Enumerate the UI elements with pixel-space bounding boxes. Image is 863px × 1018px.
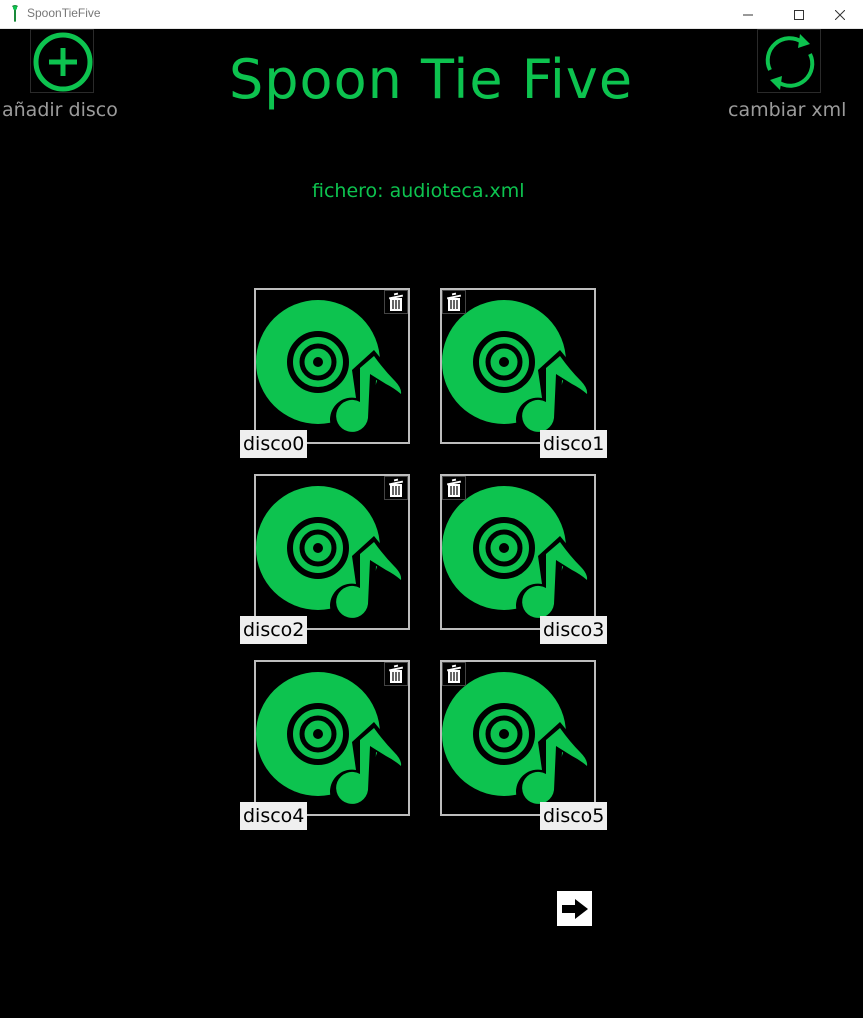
minimize-icon: [743, 14, 753, 15]
disc-label: disco3: [540, 616, 608, 644]
change-xml-button[interactable]: [757, 29, 821, 93]
delete-disc-button[interactable]: [384, 290, 408, 314]
trash-icon: [446, 478, 462, 497]
maximize-button[interactable]: [776, 0, 822, 29]
close-icon: [835, 9, 845, 20]
next-page-button[interactable]: [557, 891, 592, 926]
disc-label: disco4: [240, 802, 308, 830]
disc-label: disco5: [540, 802, 608, 830]
disc-tile[interactable]: [254, 660, 410, 816]
refresh-icon: [765, 34, 815, 90]
app-title: Spoon Tie Five: [229, 48, 634, 111]
disc-tile[interactable]: [440, 474, 596, 630]
file-name-label: fichero: audioteca.xml: [312, 180, 525, 202]
delete-disc-button[interactable]: [442, 476, 466, 500]
disc-label: disco1: [540, 430, 608, 458]
disc-tile[interactable]: [440, 288, 596, 444]
app-icon: [12, 5, 18, 22]
trash-icon: [446, 292, 462, 311]
plus-circle-icon: [33, 32, 93, 92]
disc-label: disco2: [240, 616, 308, 644]
window-title: SpoonTieFive: [27, 6, 101, 20]
minimize-button[interactable]: [725, 0, 771, 29]
arrow-right-icon: [561, 898, 588, 919]
trash-icon: [388, 478, 404, 497]
add-disc-label: añadir disco: [2, 99, 118, 121]
trash-icon: [388, 292, 404, 311]
change-xml-label: cambiar xml: [728, 99, 847, 121]
delete-disc-button[interactable]: [384, 662, 408, 686]
delete-disc-button[interactable]: [442, 290, 466, 314]
trash-icon: [446, 664, 462, 683]
maximize-icon: [794, 9, 804, 20]
disc-tile[interactable]: [440, 660, 596, 816]
delete-disc-button[interactable]: [384, 476, 408, 500]
trash-icon: [388, 664, 404, 683]
close-button[interactable]: [817, 0, 863, 29]
disc-tile[interactable]: [254, 288, 410, 444]
add-disc-button[interactable]: [30, 29, 94, 93]
delete-disc-button[interactable]: [442, 662, 466, 686]
window-titlebar: SpoonTieFive: [0, 0, 863, 29]
disc-label: disco0: [240, 430, 308, 458]
disc-tile[interactable]: [254, 474, 410, 630]
